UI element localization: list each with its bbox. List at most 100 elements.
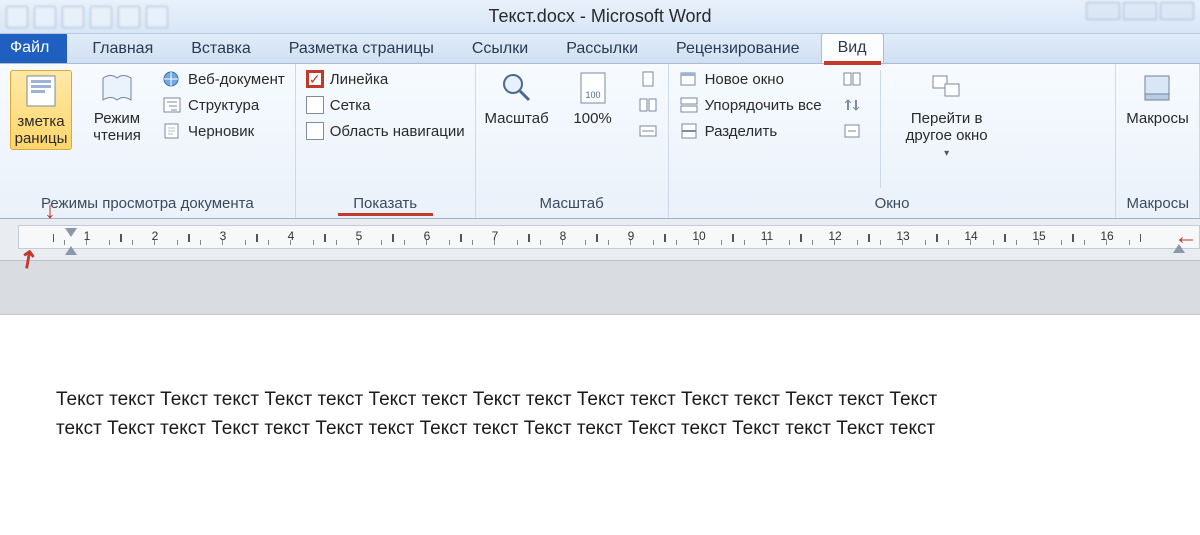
group-macros: Макросы Макросы: [1116, 64, 1200, 218]
side-by-side-icon[interactable]: [842, 70, 862, 88]
ruler-tick: 14: [937, 226, 1005, 248]
ruler-tick: 9: [597, 226, 665, 248]
draft-view-button[interactable]: Черновик: [162, 122, 285, 140]
reading-view-icon: [99, 70, 135, 106]
tab-references[interactable]: Ссылки: [455, 33, 545, 63]
ruler-tick: 10: [665, 226, 733, 248]
outline-view-button[interactable]: Структура: [162, 96, 285, 114]
web-layout-label: Веб-документ: [188, 71, 285, 88]
navpane-label: Область навигации: [330, 123, 465, 140]
document-background: [0, 261, 1200, 315]
ruler-tick: 1: [53, 226, 121, 248]
switch-windows-label: Перейти в другое окно: [906, 110, 988, 144]
zoom-100-button[interactable]: 100 100%: [562, 70, 624, 127]
tab-file[interactable]: Файл: [0, 33, 67, 63]
group-label-macros: Макросы: [1126, 193, 1189, 216]
ruler-tick: 7: [461, 226, 529, 248]
page-layout-view-button[interactable]: зметка раницы: [10, 70, 72, 150]
tab-insert[interactable]: Вставка: [174, 33, 267, 63]
macros-button[interactable]: Макросы: [1126, 70, 1188, 127]
arrange-all-icon: [679, 96, 699, 114]
switch-windows-button[interactable]: Перейти в другое окно ▾: [899, 70, 995, 159]
ruler-checkbox[interactable]: ✓: [306, 70, 324, 88]
gridlines-label: Сетка: [330, 97, 371, 114]
navpane-checkbox-row[interactable]: Область навигации: [306, 122, 465, 140]
document-text-line: текст Текст текст Текст текст Текст текс…: [56, 414, 1144, 443]
ribbon-tabs: Файл Главная Вставка Разметка страницы С…: [0, 34, 1200, 64]
reading-view-label: Режим чтения: [93, 110, 141, 144]
tab-page-layout[interactable]: Разметка страницы: [272, 33, 451, 63]
ruler-tick: 3: [189, 226, 257, 248]
page-layout-icon: [23, 73, 59, 109]
outline-icon: [162, 96, 182, 114]
document-page[interactable]: Текст текст Текст текст Текст текст Текс…: [0, 315, 1200, 444]
ruler-tick: 2: [121, 226, 189, 248]
zoom-100-label: 100%: [573, 110, 611, 127]
page-width-icon[interactable]: [638, 122, 658, 140]
annotation-arrow-top: ↓: [44, 197, 56, 225]
gridlines-checkbox[interactable]: [306, 96, 324, 114]
macros-label: Макросы: [1126, 110, 1189, 127]
reading-view-button[interactable]: Режим чтения: [86, 70, 148, 144]
ruler-tick: 15: [1005, 226, 1073, 248]
group-show: ✓ Линейка Сетка Область навигации Показа…: [296, 64, 476, 218]
ribbon: зметка раницы Режим чтения Веб-документ …: [0, 64, 1200, 219]
split-label: Разделить: [705, 123, 778, 140]
zoom-button[interactable]: Масштаб: [486, 70, 548, 127]
group-document-views: зметка раницы Режим чтения Веб-документ …: [0, 64, 296, 218]
two-pages-icon[interactable]: [638, 96, 658, 114]
macros-icon: [1139, 70, 1175, 106]
group-zoom: Масштаб 100 100% Масштаб: [476, 64, 669, 218]
magnifier-icon: [499, 70, 535, 106]
tab-view[interactable]: Вид: [821, 33, 884, 63]
group-label-show: Показать: [306, 193, 465, 216]
tab-home[interactable]: Главная: [75, 33, 170, 63]
tab-mailings[interactable]: Рассылки: [549, 33, 655, 63]
document-text-line: Текст текст Текст текст Текст текст Текс…: [56, 385, 1144, 414]
ruler-checkbox-row[interactable]: ✓ Линейка: [306, 70, 465, 88]
horizontal-ruler[interactable]: 12345678910111213141516: [18, 225, 1200, 249]
group-label-window: Окно: [679, 193, 1106, 216]
arrange-all-button[interactable]: Упорядочить все: [679, 96, 822, 114]
web-layout-icon: [162, 70, 182, 88]
window-title: Текст.docx - Microsoft Word: [0, 6, 1200, 27]
ruler-area: ↓ 12345678910111213141516 ↗ ←: [0, 219, 1200, 261]
web-layout-button[interactable]: Веб-документ: [162, 70, 285, 88]
split-button[interactable]: Разделить: [679, 122, 822, 140]
window-controls: [1086, 2, 1194, 20]
new-window-icon: [679, 70, 699, 88]
new-window-button[interactable]: Новое окно: [679, 70, 822, 88]
maximize-button[interactable]: [1123, 2, 1157, 20]
annotation-arrow-right: ←: [1174, 223, 1198, 251]
ruler-tick: 13: [869, 226, 937, 248]
minimize-button[interactable]: [1086, 2, 1120, 20]
tab-review[interactable]: Рецензирование: [659, 33, 817, 63]
ruler-tick: 5: [325, 226, 393, 248]
page-100-icon: 100: [575, 70, 611, 106]
ruler-tick: 8: [529, 226, 597, 248]
new-window-label: Новое окно: [705, 71, 784, 88]
ruler-tick: 4: [257, 226, 325, 248]
ruler-tick: 16: [1073, 226, 1141, 248]
zoom-label: Масштаб: [484, 110, 548, 127]
chevron-down-icon: ▾: [944, 148, 949, 159]
one-page-icon[interactable]: [638, 70, 658, 88]
ruler-tick: 11: [733, 226, 801, 248]
switch-windows-icon: [929, 70, 965, 106]
reset-pos-icon[interactable]: [842, 122, 862, 140]
navpane-checkbox[interactable]: [306, 122, 324, 140]
split-icon: [679, 122, 699, 140]
group-window: Новое окно Упорядочить все Разделить: [669, 64, 1117, 218]
title-bar: Текст.docx - Microsoft Word: [0, 0, 1200, 34]
draft-label: Черновик: [188, 123, 254, 140]
ruler-tick: 6: [393, 226, 461, 248]
draft-icon: [162, 122, 182, 140]
group-label-zoom: Масштаб: [486, 193, 658, 216]
sync-scroll-icon[interactable]: [842, 96, 862, 114]
page-layout-label: зметка раницы: [15, 113, 68, 147]
ruler-label: Линейка: [330, 71, 388, 88]
svg-text:100: 100: [585, 90, 600, 100]
gridlines-checkbox-row[interactable]: Сетка: [306, 96, 465, 114]
ruler-tick: 12: [801, 226, 869, 248]
close-button[interactable]: [1160, 2, 1194, 20]
